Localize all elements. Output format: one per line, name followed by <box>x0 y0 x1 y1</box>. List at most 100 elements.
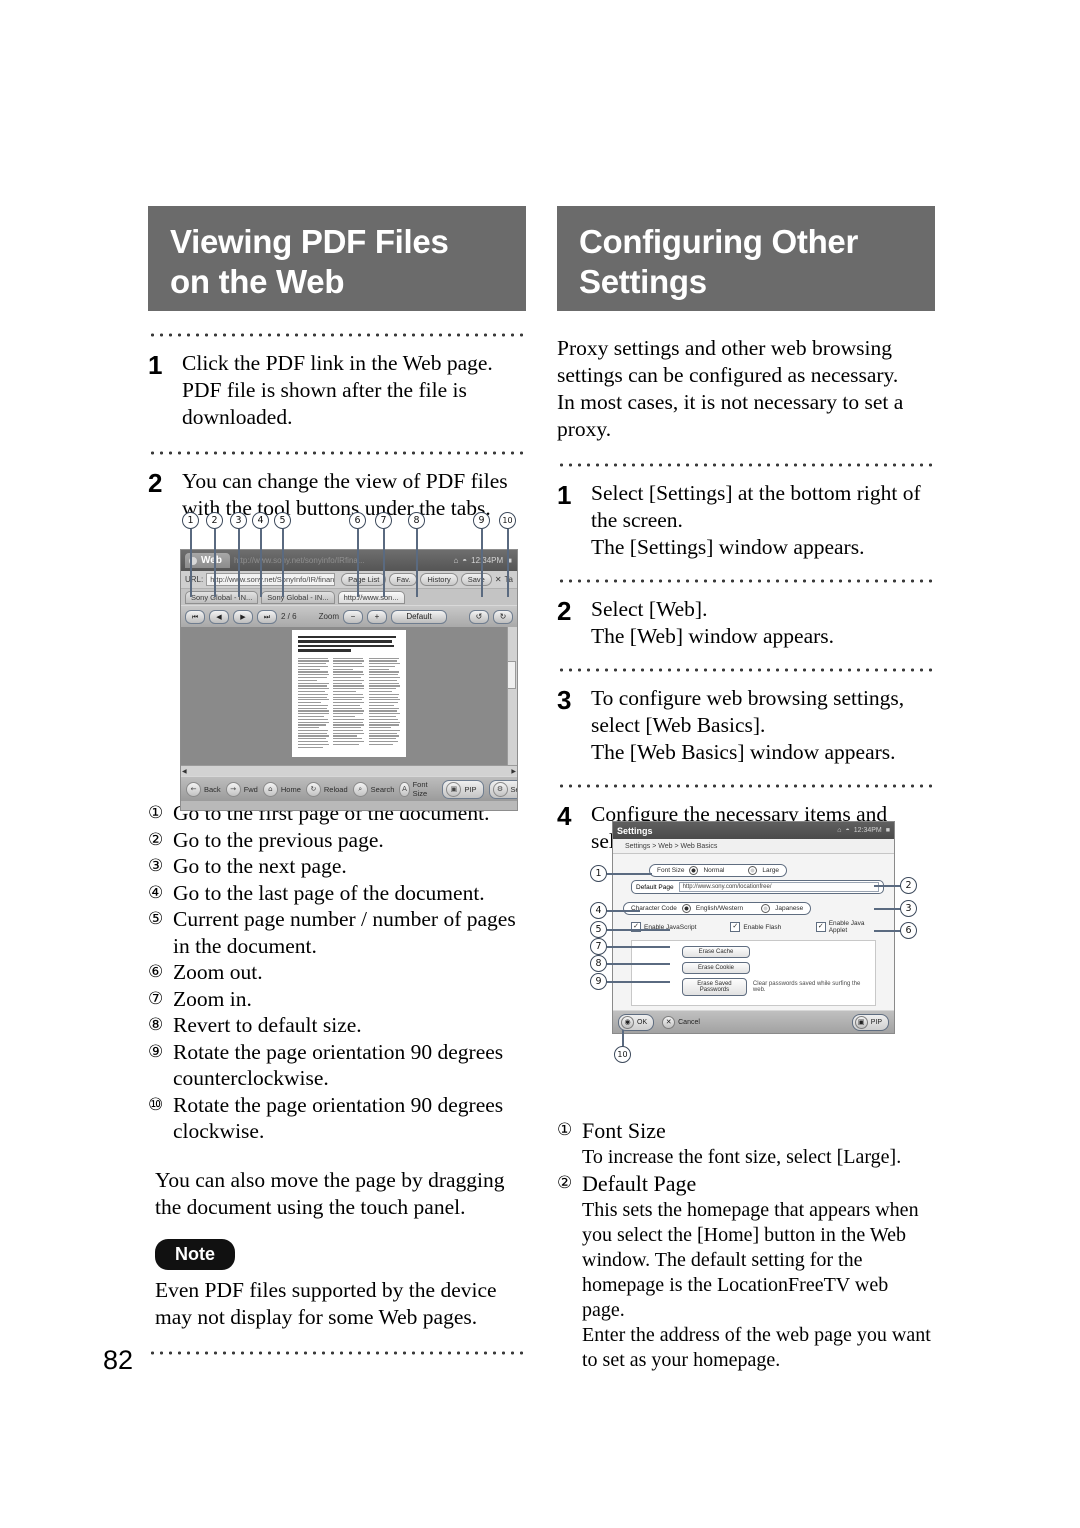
callout-leader <box>607 873 652 875</box>
erase-saved-passwords-button[interactable]: Erase Saved Passwords <box>682 978 747 996</box>
last-page-button[interactable]: ⏭ <box>257 609 277 624</box>
default-page-input[interactable]: http://www.sony.com/locationfree/ <box>678 882 879 892</box>
touch-panel-note: You can also move the page by dragging t… <box>155 1167 505 1219</box>
pdf-canvas[interactable] <box>181 627 517 765</box>
cancel-button[interactable]: ✕ Cancel <box>662 1015 700 1029</box>
callout-1: 1 <box>182 512 199 529</box>
settings-button[interactable]: ⚙ Settings <box>488 779 517 799</box>
erase-cache-button[interactable]: Erase Cache <box>682 946 750 958</box>
home-icon: ⌂ <box>262 781 278 797</box>
settings-callout-8: 8 <box>590 955 607 972</box>
pip-button[interactable]: ▣ PIP <box>442 779 484 799</box>
pdf-url-row: URL: http://www.sony.net/SonyInfo/IR/fin… <box>181 571 517 589</box>
reload-button[interactable]: ↻ Reload <box>305 781 348 797</box>
character-code-japanese-radio[interactable] <box>761 904 771 913</box>
pip-label: PIP <box>870 1018 882 1026</box>
settings-callout-7: 7 <box>590 938 607 955</box>
default-size-button[interactable]: Default <box>391 609 448 624</box>
legend-title: Default Page <box>582 1171 697 1196</box>
close-icon: ✕ <box>662 1015 676 1029</box>
settings-callout-6: 6 <box>900 922 917 939</box>
battery-icon: ■ <box>885 827 890 834</box>
scrollbar-thumb[interactable] <box>507 661 516 689</box>
note-text: Even PDF files supported by the device m… <box>155 1277 497 1329</box>
pdf-viewer-screenshot: Web http://www.sony.net/sonyinfo/IRfina.… <box>180 549 518 811</box>
callout-7: 7 <box>375 512 392 529</box>
close-tab-label[interactable]: Ta <box>505 575 513 584</box>
ok-button[interactable]: ◉ OK <box>618 1013 655 1031</box>
rotate-counterclockwise-button[interactable]: ↺ <box>469 609 489 624</box>
enable-java-applet-checkbox[interactable]: ✓ Enable Java Applet <box>815 920 884 934</box>
legend-mark: ⑧ <box>148 1015 164 1035</box>
close-tab-icon[interactable]: ✕ <box>495 575 502 584</box>
next-page-button[interactable]: ▶ <box>233 609 253 624</box>
forward-button[interactable]: → Fwd <box>225 781 258 797</box>
font-size-button[interactable]: A Font Size <box>399 780 432 798</box>
save-button[interactable]: Save <box>460 573 492 586</box>
callout-leader <box>607 946 670 948</box>
search-button[interactable]: ⌕ Search <box>352 781 395 797</box>
legend-mark: ② <box>557 1173 573 1193</box>
character-code-japanese-label: Japanese <box>775 905 804 912</box>
pip-icon: ▣ <box>854 1015 868 1029</box>
left-section-banner: Viewing PDF Files on the Web <box>148 206 526 311</box>
settings-window-screenshot: Settings ⌂ ◓ 12:34PM ■ Settings > Web > … <box>612 821 895 1034</box>
pdf-page-render <box>292 630 406 757</box>
home-button[interactable]: ⌂ Home <box>262 781 301 797</box>
callout-leader <box>874 908 902 910</box>
settings-label: Settings <box>510 784 517 794</box>
scroll-right-icon[interactable]: ▶ <box>511 768 516 775</box>
character-code-western-label: English/Western <box>695 905 744 912</box>
pdf-text-column <box>298 657 329 750</box>
rotate-clockwise-button[interactable]: ↻ <box>493 609 513 624</box>
url-input[interactable]: http://www.sony.net/SonyInfo/IR/financia… <box>206 573 336 586</box>
callout-leader <box>607 963 670 965</box>
favorites-button[interactable]: Fav. <box>389 573 418 586</box>
scroll-left-icon[interactable]: ◀ <box>182 768 187 775</box>
previous-page-button[interactable]: ◀ <box>209 609 229 624</box>
browser-tab[interactable]: Sony Global - IN... <box>185 590 259 604</box>
legend-text: Rotate the page orientation 90 degrees c… <box>173 1092 504 1144</box>
character-code-western-radio[interactable] <box>681 904 691 913</box>
callout-3: 3 <box>230 512 247 529</box>
vertical-scrollbar[interactable] <box>507 627 517 765</box>
back-button[interactable]: ← Back <box>186 781 221 797</box>
browser-tab[interactable]: http://www.son... <box>337 590 405 604</box>
settings-callout-5: 5 <box>590 921 607 938</box>
home-icon[interactable]: ⌂ <box>837 827 841 834</box>
status-time: 12:34PM <box>853 827 882 834</box>
font-size-label: Font Size <box>412 780 428 798</box>
callout-leader <box>481 529 483 597</box>
pdf-tab-row: Sony Global - IN... Sony Global - IN... … <box>181 589 517 605</box>
browser-tab[interactable]: Sony Global - IN... <box>261 590 335 604</box>
first-page-button[interactable]: ⏮ <box>185 609 205 624</box>
enable-flash-checkbox[interactable]: ✓ Enable Flash <box>730 922 815 932</box>
callout-8: 8 <box>408 512 425 529</box>
callout-leader <box>238 529 240 597</box>
legend-text: Current page number / number of pages in… <box>173 907 516 958</box>
font-size-normal-radio[interactable] <box>689 866 699 875</box>
callout-leader <box>874 885 902 887</box>
pip-button[interactable]: ▣ PIP <box>851 1013 889 1031</box>
web-app-tab[interactable]: Web <box>185 553 230 568</box>
font-size-large-radio[interactable] <box>748 866 758 875</box>
callout-leader <box>383 529 385 597</box>
list-item: ⑥ Zoom out. <box>148 959 526 986</box>
callout-6: 6 <box>349 512 366 529</box>
home-icon[interactable]: ⌂ <box>453 556 458 565</box>
erase-cookie-button[interactable]: Erase Cookie <box>682 962 750 974</box>
legend-mark: ⑦ <box>148 988 164 1009</box>
horizontal-scrollbar[interactable]: ◀ ▶ <box>181 765 517 776</box>
legend-text: Zoom out. <box>173 960 263 984</box>
status-time: 12:34PM <box>471 556 504 565</box>
callout-leader <box>357 529 359 597</box>
search-label: Search <box>370 784 395 794</box>
zoom-out-button[interactable]: − <box>343 609 364 624</box>
settings-callout-2: 2 <box>900 877 917 894</box>
zoom-in-button[interactable]: + <box>367 609 388 624</box>
page-list-button[interactable]: Page List <box>341 573 387 586</box>
legend-mark: ⑩ <box>148 1094 164 1115</box>
history-button[interactable]: History <box>420 573 458 586</box>
pip-label: PIP <box>464 784 477 794</box>
callout-2: 2 <box>206 512 223 529</box>
